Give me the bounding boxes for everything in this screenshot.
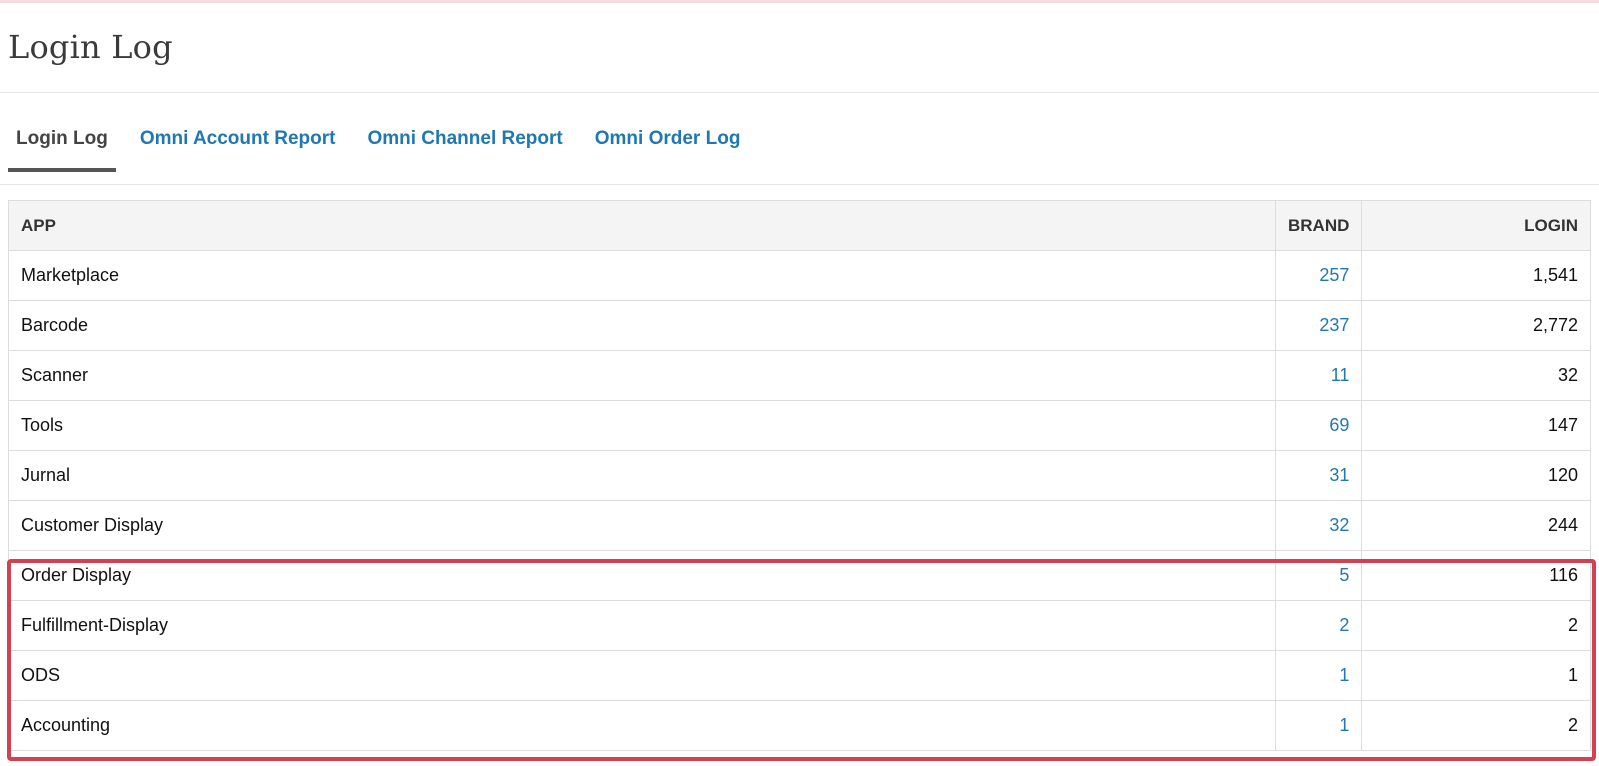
cell-brand: 257 [1274, 250, 1363, 301]
cell-brand: 69 [1274, 400, 1363, 451]
column-header-brand: BRAND [1274, 200, 1363, 251]
tab-login-log[interactable]: Login Log [8, 110, 116, 172]
cell-login: 116 [1361, 550, 1591, 601]
cell-app: ODS [8, 650, 1276, 701]
table-row: Accounting 1 2 [8, 700, 1591, 751]
cell-brand: 32 [1274, 500, 1363, 551]
cell-app: Fulfillment-Display [8, 600, 1276, 651]
cell-app: Customer Display [8, 500, 1276, 551]
brand-count-link[interactable]: 31 [1329, 465, 1349, 485]
cell-brand: 2 [1274, 600, 1363, 651]
cell-login: 1,541 [1361, 250, 1591, 301]
cell-login: 2 [1361, 700, 1591, 751]
table-header: APP BRAND LOGIN [8, 200, 1591, 251]
top-accent-bar [0, 0, 1599, 3]
table-row: Scanner 11 32 [8, 350, 1591, 401]
brand-count-link[interactable]: 1 [1339, 715, 1349, 735]
table-row: Marketplace 257 1,541 [8, 250, 1591, 301]
tab-omni-channel-report[interactable]: Omni Channel Report [359, 110, 570, 172]
cell-login: 147 [1361, 400, 1591, 451]
report-tabs: Login Log Omni Account Report Omni Chann… [8, 110, 764, 172]
brand-count-link[interactable]: 1 [1339, 665, 1349, 685]
brand-count-link[interactable]: 32 [1329, 515, 1349, 535]
brand-count-link[interactable]: 237 [1319, 315, 1349, 335]
cell-app: Barcode [8, 300, 1276, 351]
cell-login: 2 [1361, 600, 1591, 651]
column-header-app: APP [8, 200, 1276, 251]
brand-count-link[interactable]: 5 [1339, 565, 1349, 585]
table-row: Order Display 5 116 [8, 550, 1591, 601]
brand-count-link[interactable]: 69 [1329, 415, 1349, 435]
cell-brand: 11 [1274, 350, 1363, 401]
cell-login: 32 [1361, 350, 1591, 401]
login-log-table: APP BRAND LOGIN Marketplace 257 1,541 Ba… [8, 200, 1591, 751]
cell-app: Jurnal [8, 450, 1276, 501]
brand-count-link[interactable]: 2 [1339, 615, 1349, 635]
table-header-row: APP BRAND LOGIN [8, 200, 1591, 251]
divider [0, 92, 1599, 93]
table-row: ODS 1 1 [8, 650, 1591, 701]
cell-app: Accounting [8, 700, 1276, 751]
column-header-login: LOGIN [1361, 200, 1591, 251]
table-body: Marketplace 257 1,541 Barcode 237 2,772 … [8, 250, 1591, 751]
table-row: Fulfillment-Display 2 2 [8, 600, 1591, 651]
cell-brand: 237 [1274, 300, 1363, 351]
cell-brand: 5 [1274, 550, 1363, 601]
cell-app: Order Display [8, 550, 1276, 601]
cell-login: 120 [1361, 450, 1591, 501]
cell-brand: 1 [1274, 650, 1363, 701]
cell-brand: 31 [1274, 450, 1363, 501]
tab-omni-account-report[interactable]: Omni Account Report [132, 110, 344, 172]
cell-login: 244 [1361, 500, 1591, 551]
cell-app: Scanner [8, 350, 1276, 401]
cell-brand: 1 [1274, 700, 1363, 751]
cell-app: Tools [8, 400, 1276, 451]
divider [0, 184, 1599, 185]
cell-app: Marketplace [8, 250, 1276, 301]
cell-login: 1 [1361, 650, 1591, 701]
brand-count-link[interactable]: 11 [1331, 365, 1350, 385]
table-row: Customer Display 32 244 [8, 500, 1591, 551]
cell-login: 2,772 [1361, 300, 1591, 351]
table-row: Tools 69 147 [8, 400, 1591, 451]
tab-omni-order-log[interactable]: Omni Order Log [587, 110, 749, 172]
brand-count-link[interactable]: 257 [1319, 265, 1349, 285]
table-row: Barcode 237 2,772 [8, 300, 1591, 351]
table-row: Jurnal 31 120 [8, 450, 1591, 501]
page-title: Login Log [8, 28, 173, 66]
